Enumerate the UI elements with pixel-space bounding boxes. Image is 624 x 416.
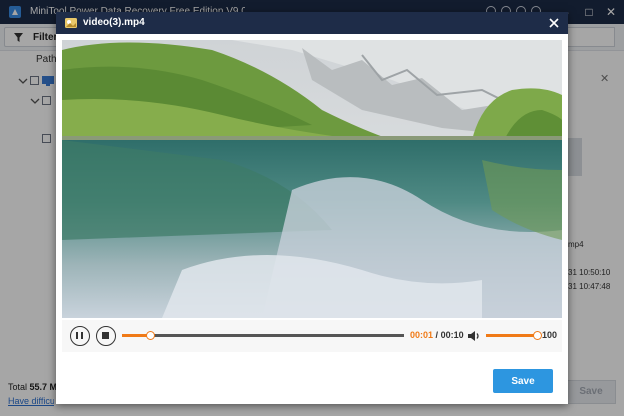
video-player: 00:01 / 00:10 100 [62,40,562,352]
volume-slider[interactable] [486,331,542,340]
save-button[interactable]: Save [493,369,553,393]
pause-button[interactable] [70,326,90,346]
video-picture [62,40,562,318]
preview-titlebar: video(3).mp4 [56,12,568,34]
seek-bar[interactable] [122,331,404,340]
player-controls: 00:01 / 00:10 100 [62,320,562,352]
stop-button[interactable] [96,326,116,346]
video-frame[interactable] [62,40,562,318]
volume-icon[interactable] [466,328,482,344]
duration-time: 00:10 [440,330,464,340]
preview-dialog: video(3).mp4 00:01 / 00:10 100 Save [56,12,568,404]
time-display: 00:01 / 00:10 [410,330,464,340]
preview-app-icon [65,18,77,28]
preview-title: video(3).mp4 [83,17,145,28]
current-time: 00:01 [410,330,434,340]
volume-handle[interactable] [533,331,542,340]
pause-icon [76,332,83,339]
volume-level [486,334,538,337]
stop-icon [102,332,109,339]
volume-value: 100 [542,330,558,340]
close-icon[interactable] [546,15,562,31]
seek-handle[interactable] [146,331,156,340]
time-separator: / [435,330,439,340]
